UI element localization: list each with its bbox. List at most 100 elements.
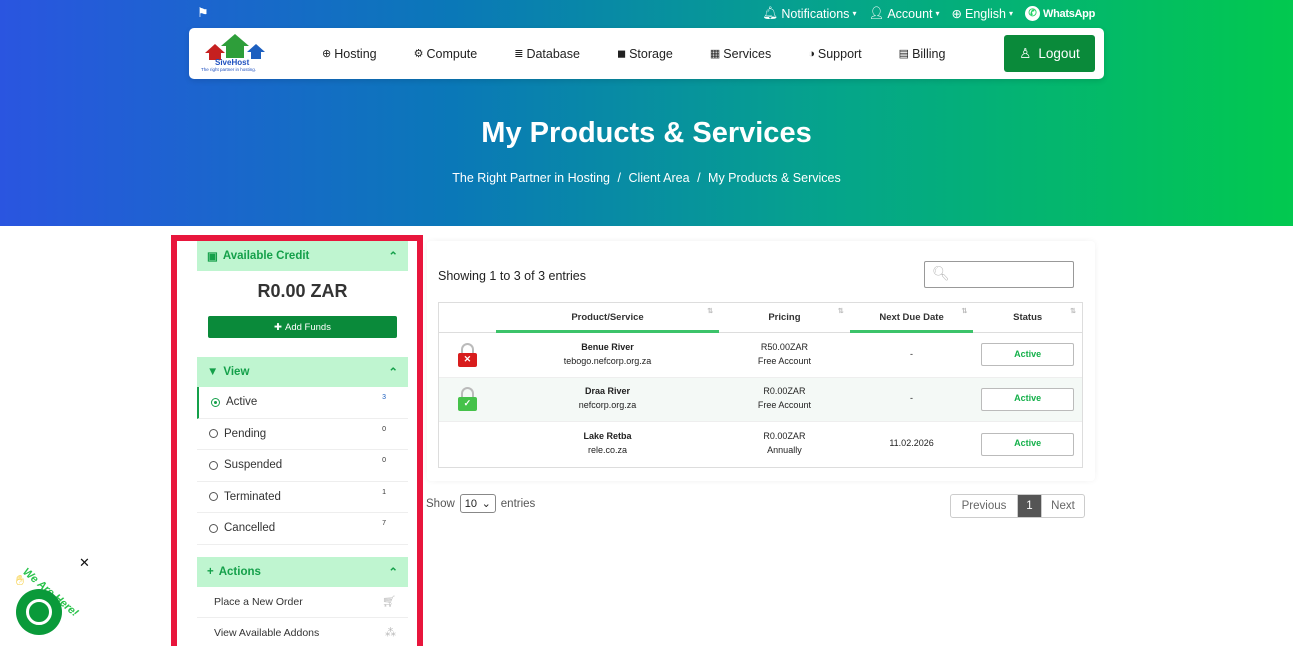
- radio-icon: [209, 492, 218, 502]
- billing-cycle: Free Account: [757, 400, 811, 411]
- breadcrumb-client-area[interactable]: Client Area: [628, 171, 689, 185]
- view-addons-link[interactable]: View Available Addons ⁂: [197, 618, 408, 646]
- table-row[interactable]: ✕ Benue River tebogo.nefcorp.org.za R50.0…: [439, 333, 1082, 378]
- logout-label: Logout: [1038, 46, 1080, 61]
- table-row[interactable]: ✓ Draa River nefcorp.org.za R0.00ZAR Free …: [439, 377, 1082, 422]
- table-search[interactable]: 🔍︎: [924, 261, 1074, 288]
- actions-panel-header[interactable]: + Actions ⌃: [197, 556, 408, 587]
- nav-billing[interactable]: ▤ Billing: [899, 47, 946, 61]
- search-input[interactable]: [951, 265, 1066, 284]
- chevron-up-icon[interactable]: ⌃: [388, 565, 398, 579]
- place-new-order-link[interactable]: Place a New Order 🛒︎: [197, 587, 408, 618]
- page-size-select[interactable]: 10 ⌄: [459, 494, 496, 513]
- sidebar-highlight-frame: ▣ Available Credit ⌃ R0.00 ZAR ✚ Add Fun…: [171, 235, 423, 646]
- close-icon[interactable]: ✕: [79, 555, 90, 571]
- account-menu[interactable]: 👤︎ Account ▾: [868, 6, 939, 21]
- column-header-product[interactable]: Product/Service ⇅: [495, 303, 720, 333]
- nav-menu: ⊕ Hosting ⚙ Compute ≣ Database ◼ Storage ▦ Se…: [322, 28, 982, 79]
- next-page-button[interactable]: Next: [1041, 495, 1084, 517]
- previous-page-button[interactable]: Previous: [951, 495, 1018, 517]
- breadcrumb: The Right Partner in Hosting / Client Ar…: [0, 171, 1293, 185]
- page-title: My Products & Services: [481, 117, 812, 149]
- add-funds-label: Add Funds: [285, 321, 331, 333]
- filter-label: Cancelled: [224, 522, 276, 535]
- filter-count: 0: [382, 425, 386, 433]
- top-utility-bar: 🔔︎ Notifications ▾ 👤︎ Account ▾ ⊕ Englis…: [762, 6, 1095, 21]
- add-funds-button[interactable]: ✚ Add Funds: [208, 316, 397, 338]
- ssl-lock-green-icon: ✓: [457, 387, 477, 412]
- logout-button[interactable]: ♙ Logout: [1004, 35, 1095, 72]
- nav-label: Storage: [629, 46, 673, 61]
- chat-launcher-button[interactable]: [16, 589, 62, 635]
- chevron-up-icon[interactable]: ⌃: [388, 365, 398, 379]
- nav-storage[interactable]: ◼ Storage: [617, 47, 673, 61]
- cubes-icon: ⁂: [385, 627, 396, 639]
- logo-tagline: The right partner in hosting.: [201, 67, 257, 72]
- product-name: Lake Retba: [583, 431, 632, 442]
- chevron-down-icon: ⌄: [481, 498, 491, 510]
- filter-label: Pending: [224, 427, 267, 440]
- status-badge[interactable]: Active: [981, 387, 1075, 411]
- status-badge[interactable]: Active: [981, 343, 1075, 367]
- radio-icon: [209, 460, 218, 470]
- product-name: Draa River: [584, 386, 630, 397]
- sort-icon: ⇅: [707, 308, 714, 315]
- whatsapp-label: WhatsApp: [1043, 7, 1095, 20]
- billing-cycle: Annually: [767, 445, 802, 456]
- column-header-status[interactable]: Status ⇅: [973, 303, 1082, 332]
- filter-cancelled[interactable]: Cancelled 7: [197, 513, 408, 545]
- page-1-button[interactable]: 1: [1018, 495, 1041, 517]
- credit-panel-header[interactable]: ▣ Available Credit ⌃: [197, 241, 408, 271]
- filter-pending[interactable]: Pending 0: [197, 419, 408, 450]
- logo-brand: SiveHost: [215, 58, 250, 67]
- filter-icon: ▼: [207, 366, 219, 378]
- view-panel-header[interactable]: ▼ View ⌃: [197, 357, 408, 387]
- filter-count: 1: [382, 488, 386, 496]
- cube-icon: ◼: [616, 48, 627, 60]
- globe-icon: ⊕: [951, 7, 962, 21]
- language-menu[interactable]: ⊕ English ▾: [951, 6, 1014, 22]
- nav-label: Billing: [912, 46, 946, 61]
- filter-count: 7: [382, 520, 386, 527]
- plus-icon: ✚: [274, 321, 282, 333]
- flag-icon[interactable]: ⚑: [197, 5, 209, 21]
- nav-label: Database: [526, 46, 580, 61]
- gift-icon: ▦: [709, 48, 721, 60]
- database-icon: ≣: [514, 48, 524, 60]
- language-label: English: [965, 6, 1006, 21]
- table-row[interactable]: Lake Retba rele.co.za R0.00ZAR Annually 11…: [439, 422, 1082, 467]
- breadcrumb-home[interactable]: The Right Partner in Hosting: [452, 171, 610, 185]
- radio-icon: [209, 429, 218, 439]
- whatsapp-link[interactable]: ✆ WhatsApp: [1025, 6, 1095, 21]
- filter-label: Terminated: [224, 490, 281, 503]
- column-header-pricing[interactable]: Pricing ⇅: [719, 303, 850, 332]
- view-panel-title: View: [223, 366, 250, 378]
- product-domain: rele.co.za: [587, 445, 627, 456]
- products-table: Product/Service ⇅ Pricing ⇅ Next Due Date ⇅…: [438, 302, 1083, 468]
- nav-hosting[interactable]: ⊕ Hosting: [322, 47, 377, 61]
- nav-support[interactable]: ◑ Support: [808, 47, 861, 61]
- chevron-up-icon[interactable]: ⌃: [388, 249, 398, 263]
- user-icon: 👤︎: [868, 6, 885, 20]
- chevron-down-icon: ▾: [935, 9, 940, 18]
- status-badge[interactable]: Active: [981, 432, 1075, 456]
- nav-compute[interactable]: ⚙ Compute: [414, 47, 478, 61]
- column-header-next-due[interactable]: Next Due Date ⇅: [849, 303, 974, 333]
- action-label: View Available Addons: [214, 626, 320, 639]
- filter-terminated[interactable]: Terminated 1: [197, 482, 408, 513]
- filter-suspended[interactable]: Suspended 0: [197, 450, 408, 482]
- filter-active[interactable]: Active 3: [197, 387, 408, 419]
- nav-database[interactable]: ≣ Database: [514, 47, 580, 61]
- credit-amount: R0.00 ZAR: [257, 281, 348, 301]
- filter-label: Suspended: [224, 459, 283, 472]
- notifications-label: Notifications: [781, 6, 850, 21]
- money-icon: ▣: [207, 251, 218, 263]
- next-due-date: 11.02.2026: [889, 438, 934, 449]
- next-due-date: -: [910, 393, 914, 404]
- nav-services[interactable]: ▦ Services: [710, 47, 771, 61]
- plus-icon: +: [207, 565, 214, 578]
- credit-panel-title: Available Credit: [222, 250, 310, 262]
- products-card: Showing 1 to 3 of 3 entries 🔍︎ Product/S…: [427, 241, 1095, 481]
- notifications-menu[interactable]: 🔔︎ Notifications ▾: [762, 6, 856, 21]
- sivehost-logo[interactable]: SiveHost The right partner in hosting.: [201, 32, 271, 74]
